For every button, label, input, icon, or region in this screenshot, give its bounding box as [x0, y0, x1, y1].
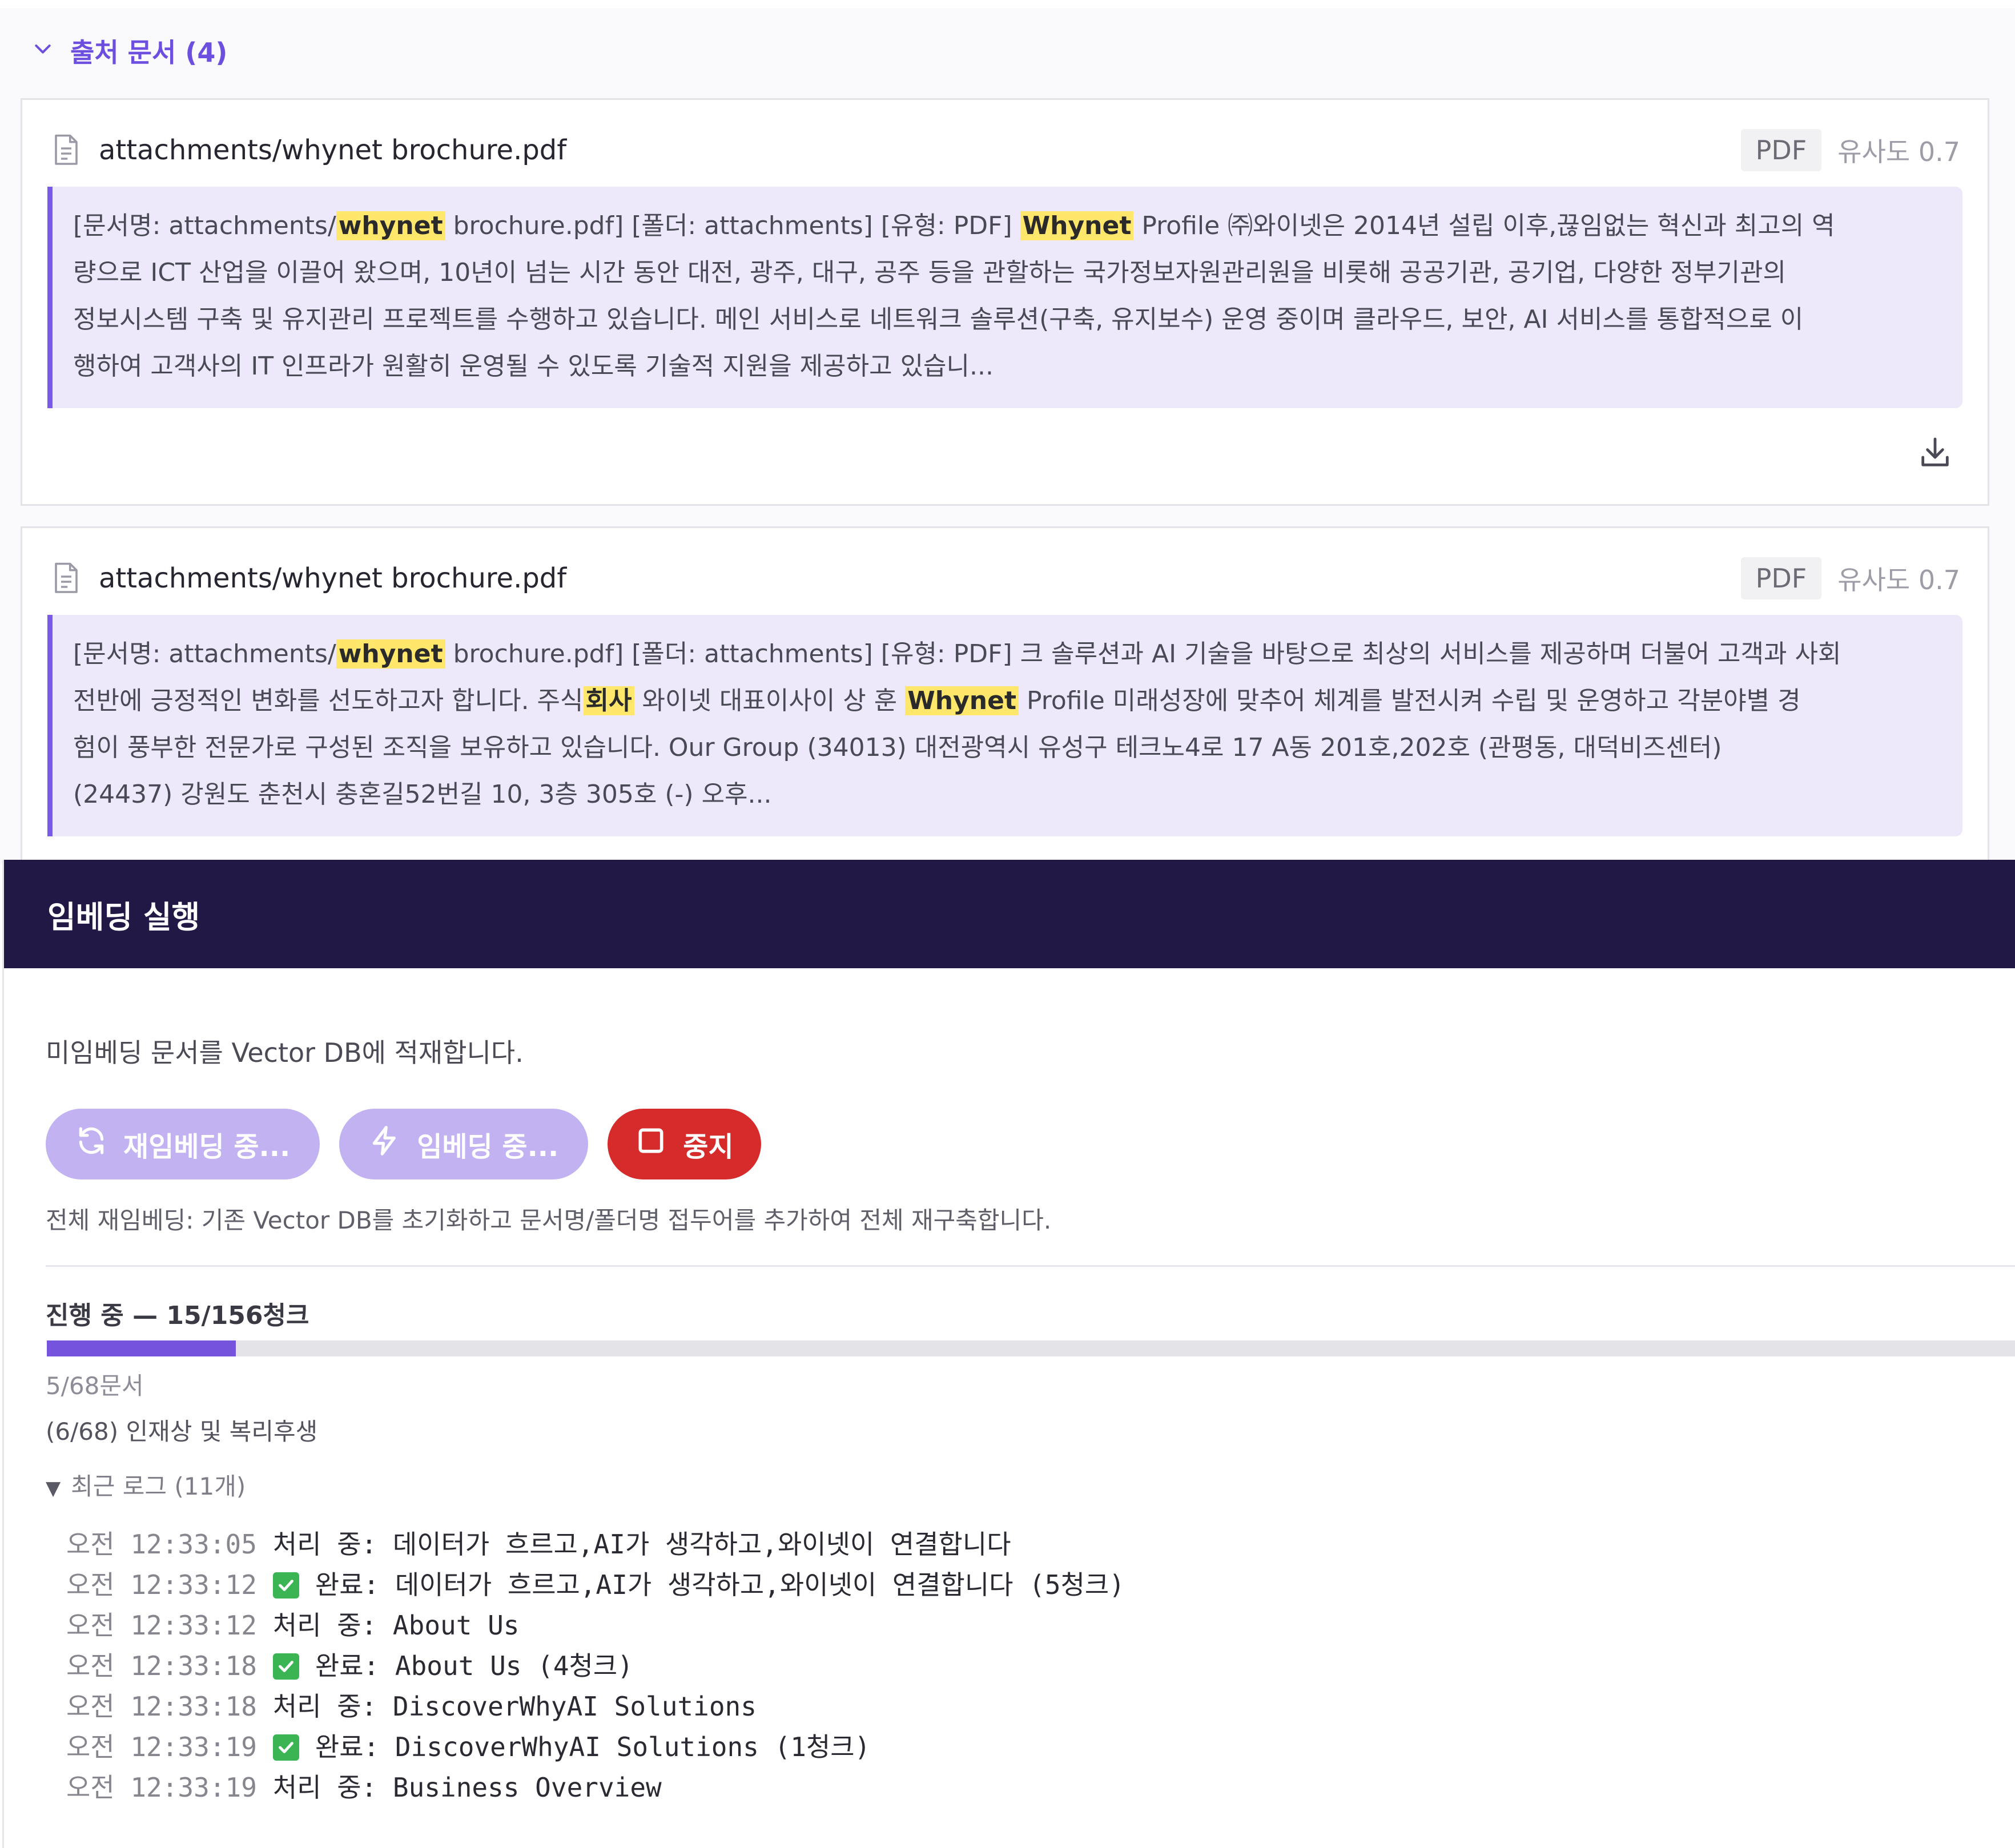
log-entry: 오전 12:33:12 완료: 데이터가 흐르고,AI가 생각하고,와이넷이 연결…	[66, 1565, 1125, 1605]
current-document: (6/68) 인재상 및 복리후생	[46, 1418, 318, 1446]
excerpt-text: [문서명: attachments/	[73, 639, 336, 669]
stop-square-icon	[635, 1125, 683, 1163]
download-icon[interactable]	[1917, 434, 1953, 471]
source-type-badge: PDF	[1740, 557, 1822, 599]
sources-toggle[interactable]: 출처 문서 (4)	[31, 31, 227, 71]
log-entry: 오전 12:33:05 처리 중: 데이터가 흐르고,AI가 생각하고,와이넷이 …	[66, 1524, 1125, 1565]
log-message: 처리 중: 데이터가 흐르고,AI가 생각하고,와이넷이 연결합니다	[272, 1529, 1011, 1560]
excerpt-text: [문서명: attachments/	[73, 211, 336, 240]
document-icon	[51, 561, 82, 595]
excerpt-text: 전반에 긍정적인 변화를 선도하고자 합니다. 주식	[73, 686, 584, 715]
highlighted-term: Whynet	[1020, 211, 1134, 240]
excerpt-text: Profile ㈜와이넷은 2014년 설립 이후,끊임없는 혁신과 최고의 역	[1133, 211, 1835, 240]
excerpt-line: 험이 풍부한 전문가로 구성된 조직을 보유하고 있습니다. Our Group…	[73, 724, 1940, 771]
log-time: 오전 12:33:12	[66, 1569, 257, 1600]
log-time: 오전 12:33:19	[66, 1772, 257, 1803]
highlighted-term: whynet	[336, 211, 445, 240]
progress-bar	[47, 1340, 2015, 1356]
excerpt-line: 정보시스템 구축 및 유지관리 프로젝트를 수행하고 있습니다. 메인 서비스로…	[73, 296, 1940, 343]
similarity-score: 유사도 0.7	[1837, 565, 1960, 595]
reembed-note: 전체 재임베딩: 기존 Vector DB를 초기화하고 문서명/폴더명 접두어…	[46, 1206, 1052, 1234]
check-icon	[272, 1572, 299, 1599]
recent-logs-toggle[interactable]: ▼ 최근 로그 (11개)	[46, 1467, 246, 1502]
excerpt-text: Profile 미래성장에 맞추어 체계를 발전시켜 수립 및 운영하고 각분야…	[1018, 686, 1801, 715]
log-message: 처리 중: DiscoverWhyAI Solutions	[272, 1691, 757, 1722]
log-time: 오전 12:33:18	[66, 1691, 257, 1722]
source-excerpt: [문서명: attachments/whynet brochure.pdf] […	[47, 187, 1962, 408]
excerpt-text: brochure.pdf] [폴더: attachments] [유형: PDF…	[445, 211, 1020, 240]
excerpt-line: [문서명: attachments/whynet brochure.pdf] […	[73, 631, 1940, 678]
reembed-button[interactable]: 재임베딩 중...	[46, 1109, 320, 1179]
log-entry: 오전 12:33:18 처리 중: DiscoverWhyAI Solutions	[66, 1686, 1125, 1727]
log-time: 오전 12:33:05	[66, 1529, 257, 1560]
excerpt-text: 행하여 고객사의 IT 인프라가 원활히 운영될 수 있도록 기술적 지원을 제…	[73, 352, 994, 381]
similarity-score: 유사도 0.7	[1837, 136, 1960, 167]
log-entry: 오전 12:33:12 처리 중: About Us	[66, 1605, 1125, 1646]
excerpt-line: 량으로 ICT 산업을 이끌어 왔으며, 10년이 넘는 시간 동안 대전, 광…	[73, 249, 1940, 296]
log-message: 완료: 데이터가 흐르고,AI가 생각하고,와이넷이 연결합니다 (5청크)	[315, 1569, 1125, 1600]
source-card: attachments/whynet brochure.pdf PDF 유사도 …	[21, 526, 1989, 892]
excerpt-text: 량으로 ICT 산업을 이끌어 왔으며, 10년이 넘는 시간 동안 대전, 광…	[73, 258, 1786, 287]
log-message: 처리 중: Business Overview	[272, 1772, 662, 1803]
document-icon	[51, 133, 82, 167]
excerpt-text: brochure.pdf] [폴더: attachments] [유형: PDF…	[445, 639, 1841, 669]
source-card-header: attachments/whynet brochure.pdf PDF 유사도 …	[51, 555, 1960, 601]
source-type-badge: PDF	[1740, 129, 1822, 171]
chevron-down-icon	[31, 35, 54, 66]
log-message: 처리 중: About Us	[272, 1610, 520, 1641]
progress-bar-fill	[47, 1340, 236, 1356]
excerpt-line: 행하여 고객사의 IT 인프라가 원활히 운영될 수 있도록 기술적 지원을 제…	[73, 343, 1940, 390]
panel-title: 임베딩 실행	[4, 860, 2015, 968]
check-icon	[272, 1653, 299, 1680]
refresh-icon	[75, 1125, 123, 1163]
excerpt-line: (24437) 강원도 춘천시 충혼길52번길 10, 3층 305호 (-) …	[73, 771, 1940, 818]
log-time: 오전 12:33:19	[66, 1732, 257, 1762]
log-entry: 오전 12:33:18 완료: About Us (4청크)	[66, 1646, 1125, 1686]
documents-count: 5/68문서	[46, 1372, 144, 1400]
highlighted-term: Whynet	[905, 686, 1019, 715]
excerpt-line: 전반에 긍정적인 변화를 선도하고자 합니다. 주식회사 와이넷 대표이사이 상…	[73, 678, 1940, 724]
embed-button-label: 임베딩 중...	[417, 1131, 559, 1163]
panel-description: 미임베딩 문서를 Vector DB에 적재합니다.	[46, 1037, 524, 1068]
source-card-title: attachments/whynet brochure.pdf	[99, 562, 567, 594]
triangle-down-icon: ▼	[46, 1477, 61, 1500]
highlighted-term: 회사	[583, 686, 634, 715]
divider	[46, 1265, 2015, 1267]
action-buttons: 재임베딩 중... 임베딩 중... 중지	[46, 1109, 761, 1179]
stop-button-label: 중지	[683, 1131, 734, 1163]
reembed-button-label: 재임베딩 중...	[123, 1131, 291, 1163]
check-icon	[272, 1734, 299, 1761]
log-entry: 오전 12:33:19 처리 중: Business Overview	[66, 1768, 1125, 1808]
log-entry: 오전 12:33:19 완료: DiscoverWhyAI Solutions (…	[66, 1727, 1125, 1768]
log-list: 오전 12:33:05 처리 중: 데이터가 흐르고,AI가 생각하고,와이넷이 …	[66, 1524, 1125, 1808]
progress-status: 진행 중 — 15/156청크	[46, 1301, 309, 1330]
log-time: 오전 12:33:12	[66, 1610, 257, 1641]
source-card-header: attachments/whynet brochure.pdf PDF 유사도 …	[51, 127, 1960, 173]
excerpt-text: (24437) 강원도 춘천시 충혼길52번길 10, 3층 305호 (-) …	[73, 780, 772, 809]
stop-button[interactable]: 중지	[608, 1109, 761, 1179]
lightning-icon	[369, 1125, 417, 1163]
log-message: 완료: DiscoverWhyAI Solutions (1청크)	[315, 1732, 871, 1762]
excerpt-text: 정보시스템 구축 및 유지관리 프로젝트를 수행하고 있습니다. 메인 서비스로…	[73, 305, 1804, 334]
embed-button[interactable]: 임베딩 중...	[339, 1109, 589, 1179]
source-card: attachments/whynet brochure.pdf PDF 유사도 …	[21, 98, 1989, 506]
excerpt-text: 험이 풍부한 전문가로 구성된 조직을 보유하고 있습니다. Our Group…	[73, 733, 1722, 762]
log-message: 완료: About Us (4청크)	[315, 1650, 633, 1681]
excerpt-line: [문서명: attachments/whynet brochure.pdf] […	[73, 203, 1940, 249]
sources-title: 출처 문서 (4)	[70, 37, 228, 68]
highlighted-term: whynet	[336, 639, 445, 669]
source-card-title: attachments/whynet brochure.pdf	[99, 134, 567, 166]
recent-logs-label: 최근 로그 (11개)	[71, 1472, 246, 1500]
log-time: 오전 12:33:18	[66, 1650, 257, 1681]
source-excerpt: [문서명: attachments/whynet brochure.pdf] […	[47, 615, 1962, 836]
excerpt-text: 와이넷 대표이사이 상 훈	[634, 686, 906, 715]
page: 출처 문서 (4) attachments/whynet brochure.pd…	[0, 0, 2015, 1848]
